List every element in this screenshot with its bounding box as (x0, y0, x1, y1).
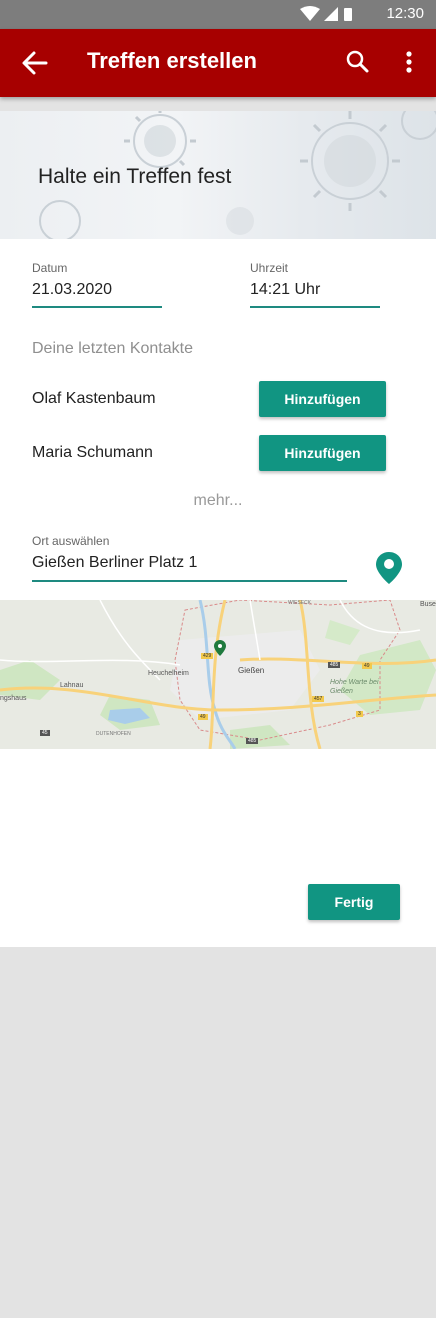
hero-title: Halte ein Treffen fest (38, 165, 232, 188)
map-label: ngshaus (0, 695, 27, 702)
location-pin-icon[interactable] (375, 551, 403, 585)
contact-name: Maria Schumann (32, 444, 153, 461)
road-number: 49 (198, 714, 208, 720)
recent-contacts-title: Deine letzten Kontakte (32, 340, 193, 357)
app-bar: Treffen erstellen (0, 29, 436, 97)
done-button[interactable]: Fertig (308, 884, 400, 920)
map-label: Lahnau (60, 682, 84, 689)
location-underline (32, 580, 347, 582)
add-contact-button[interactable]: Hinzufügen (259, 381, 386, 417)
location-label: Ort auswählen (32, 534, 110, 548)
time-underline (250, 306, 380, 308)
date-label: Datum (32, 261, 68, 275)
status-time: 12:30 (386, 5, 424, 22)
map-marker-icon[interactable] (214, 640, 226, 656)
location-field[interactable]: Gießen Berliner Platz 1 (32, 554, 197, 572)
map-label: Heuchelheim (148, 670, 189, 677)
status-icons (300, 6, 352, 21)
hero-banner: Halte ein Treffen fest (0, 111, 436, 239)
road-number: 429 (201, 653, 214, 659)
more-vert-icon[interactable] (396, 47, 422, 77)
contact-name: Olaf Kastenbaum (32, 390, 156, 407)
map-graphic (0, 600, 436, 749)
road-number: 485 (328, 662, 341, 668)
road-number: 3 (356, 711, 363, 717)
map-label: Buse (420, 601, 436, 608)
back-arrow-icon[interactable] (18, 46, 52, 80)
signal-icon (324, 7, 338, 21)
road-number: 49 (362, 663, 372, 669)
date-field[interactable]: 21.03.2020 (32, 281, 112, 299)
more-contacts-link[interactable]: mehr... (0, 492, 436, 510)
map-label: Hohe Warte bei Gießen (330, 679, 379, 695)
time-field[interactable]: 14:21 Uhr (250, 281, 320, 299)
map-label: WIESECK (288, 600, 312, 606)
time-label: Uhrzeit (250, 261, 289, 275)
road-number: 485 (246, 738, 259, 744)
wifi-icon (300, 6, 320, 21)
meeting-card: Halte ein Treffen fest Datum 21.03.2020 … (0, 111, 436, 947)
date-underline (32, 306, 162, 308)
search-icon[interactable] (343, 47, 373, 77)
road-number: 457 (312, 696, 325, 702)
battery-icon (344, 8, 352, 21)
map-label: Gießen (238, 666, 265, 675)
page-title: Treffen erstellen (87, 48, 257, 73)
status-bar: 12:30 (0, 0, 436, 29)
add-contact-button[interactable]: Hinzufügen (259, 435, 386, 471)
map-label: DUTENHOFEN (96, 731, 131, 737)
map-view[interactable]: Gießen Heuchelheim Lahnau Hohe Warte bei… (0, 600, 436, 749)
road-number: 45 (40, 730, 50, 736)
